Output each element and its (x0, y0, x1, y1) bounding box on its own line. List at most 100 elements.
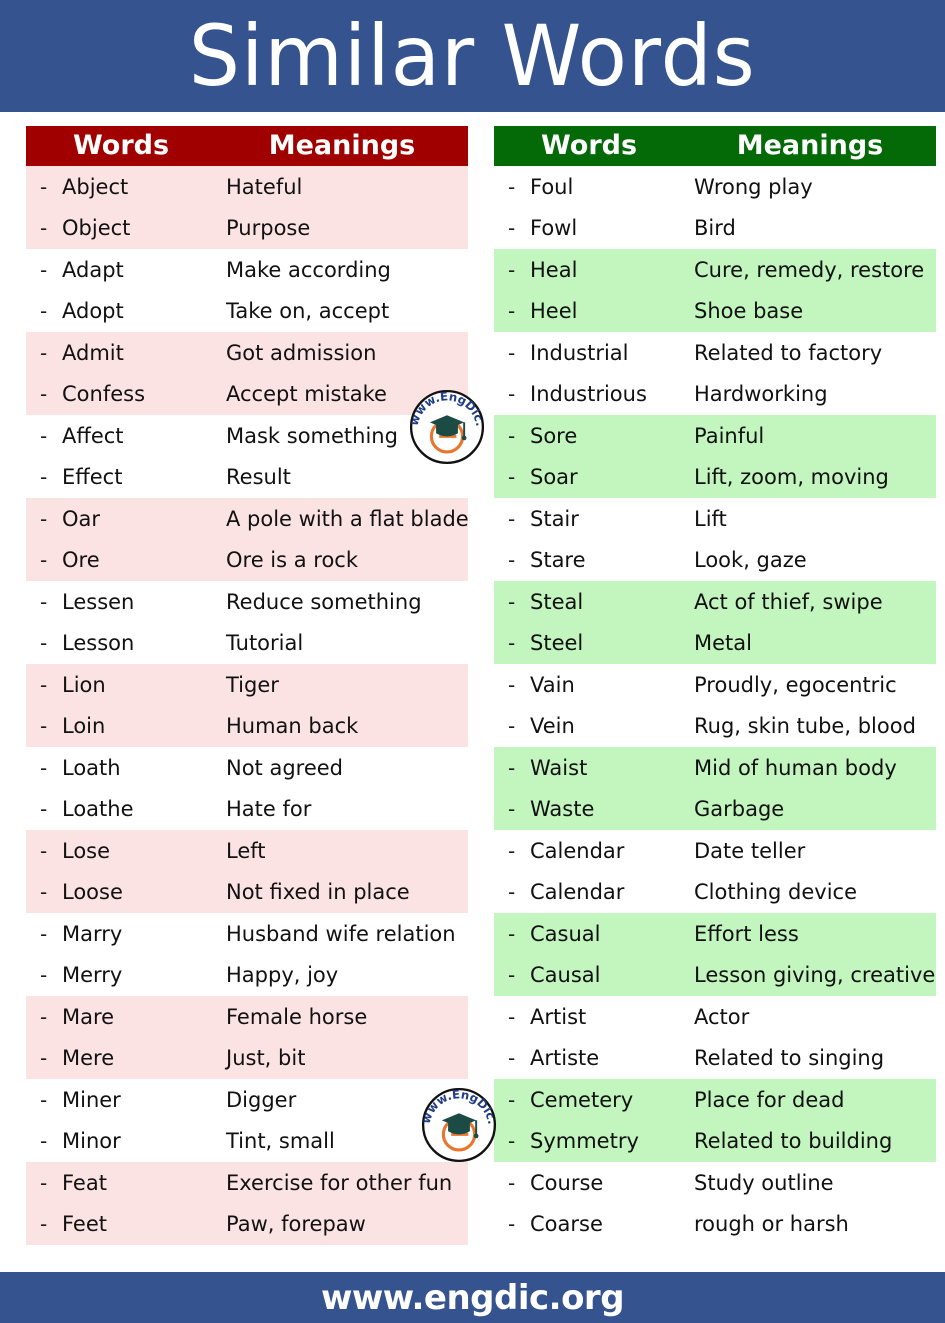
left-word-cell: - Feat (26, 1162, 216, 1204)
word-text: Miner (62, 1087, 121, 1112)
left-meaning-cell: Result (216, 457, 468, 499)
table-row: - Abject Hateful (26, 166, 468, 208)
right-meaning-cell: rough or harsh (684, 1204, 936, 1246)
table-row: - Affect Mask something (26, 415, 468, 457)
bullet-dash-icon: - (508, 1004, 516, 1029)
table-row: - Soar Lift, zoom, moving (494, 456, 936, 498)
bullet-dash-icon: - (508, 838, 516, 863)
right-meaning-cell: Hardworking (684, 374, 936, 416)
table-row: - Causal Lesson giving, creative (494, 954, 936, 996)
right-header-words: Words (540, 130, 638, 161)
table-row: - Mere Just, bit (26, 1037, 468, 1079)
table-row: - Lose Left (26, 830, 468, 872)
tables-container: Words Meanings - Abject Hateful - Object Purp… (0, 126, 945, 1256)
right-word-cell: - Waist (494, 747, 684, 789)
title-banner: Similar Words (0, 0, 945, 112)
right-meaning-cell: Painful (684, 415, 936, 457)
table-row: - Stare Look, gaze (494, 540, 936, 582)
table-row: - Course Study outline (494, 1162, 936, 1204)
right-meaning-cell: Lift (684, 498, 936, 540)
table-row: - Lessen Reduce something (26, 581, 468, 623)
left-table-body: - Abject Hateful - Object Purpose - Adapt Make a… (26, 166, 469, 1245)
right-word-cell: - Waste (494, 788, 684, 830)
meaning-text: Wrong play (694, 174, 813, 199)
word-text: Stare (530, 548, 586, 573)
meaning-text: Reduce something (226, 589, 422, 614)
left-word-cell: - Ore (26, 539, 216, 581)
right-meaning-cell: Date teller (684, 830, 936, 872)
poster-page: Similar Words Words Meanings - Abject Hate… (0, 0, 945, 1323)
word-text: Calendar (530, 880, 625, 905)
meaning-text: Rug, skin tube, blood (694, 714, 916, 739)
meaning-text: Place for dead (694, 1087, 845, 1112)
left-meaning-cell: Hateful (216, 166, 468, 208)
word-text: Affect (62, 423, 124, 448)
word-text: Feet (62, 1212, 108, 1237)
bullet-dash-icon: - (508, 714, 516, 739)
meaning-text: Clothing device (694, 880, 858, 905)
bullet-dash-icon: - (508, 631, 516, 656)
left-meaning-cell: Digger (216, 1079, 468, 1121)
word-text: Lose (62, 838, 111, 863)
right-word-cell: - Cemetery (494, 1079, 684, 1121)
right-header-meanings: Meanings (736, 130, 884, 161)
word-text: Abject (62, 174, 129, 199)
left-word-cell: - Effect (26, 457, 216, 499)
right-word-cell: - Causal (494, 954, 684, 996)
right-meaning-cell: Bird (684, 208, 936, 250)
table-row: - Lion Tiger (26, 664, 468, 706)
table-row: - Calendar Clothing device (494, 872, 936, 914)
bullet-dash-icon: - (508, 340, 516, 365)
word-text: Foul (530, 174, 574, 199)
left-word-cell: - Lion (26, 664, 216, 706)
meaning-text: Exercise for other fun (226, 1170, 453, 1195)
right-meaning-cell: Effort less (684, 913, 936, 955)
right-word-cell: - Sore (494, 415, 684, 457)
left-word-cell: - Loath (26, 747, 216, 789)
left-meaning-cell: A pole with a flat blade (216, 498, 469, 540)
meaning-text: Related to building (694, 1129, 893, 1154)
word-text: Admit (62, 340, 124, 365)
word-text: Causal (530, 963, 601, 988)
left-meaning-cell: Paw, forepaw (216, 1203, 468, 1245)
table-row: - Loathe Hate for (26, 789, 468, 831)
word-text: Casual (530, 921, 601, 946)
word-text: Waste (530, 797, 595, 822)
table-row: - Sore Painful (494, 415, 936, 457)
table-row: - Loose Not fixed in place (26, 871, 468, 913)
table-row: - Oar A pole with a flat blade (26, 498, 469, 540)
left-table-header-row: Words Meanings (26, 126, 468, 166)
right-word-cell: - Calendar (494, 872, 684, 914)
left-header-meanings: Meanings (268, 130, 416, 161)
bullet-dash-icon: - (40, 340, 48, 365)
meaning-text: Related to factory (694, 340, 883, 365)
table-row: - Fowl Bird (494, 208, 936, 250)
left-meaning-cell: Make according (216, 249, 468, 291)
left-meaning-cell: Reduce something (216, 581, 468, 623)
meaning-text: rough or harsh (694, 1212, 849, 1237)
word-text: Marry (62, 921, 123, 946)
meaning-text: Just, bit (226, 1046, 306, 1071)
bullet-dash-icon: - (40, 216, 48, 241)
meaning-text: Got admission (226, 340, 377, 365)
word-text: Steal (530, 589, 584, 614)
left-word-cell: - Abject (26, 166, 216, 208)
bullet-dash-icon: - (40, 589, 48, 614)
word-text: Stair (530, 506, 579, 531)
table-row: - Loath Not agreed (26, 747, 468, 789)
word-text: Soar (530, 465, 578, 490)
bullet-dash-icon: - (40, 1046, 48, 1071)
word-text: Oar (62, 506, 101, 531)
meaning-text: Accept mistake (226, 382, 387, 407)
table-row: - Confess Accept mistake (26, 373, 468, 415)
left-word-cell: - Adapt (26, 249, 216, 291)
left-word-cell: - Feet (26, 1203, 216, 1245)
right-word-cell: - Steal (494, 581, 684, 623)
meaning-text: Make according (226, 257, 391, 282)
meaning-text: Mid of human body (694, 755, 897, 780)
bullet-dash-icon: - (508, 1129, 516, 1154)
meaning-text: Related to singing (694, 1046, 885, 1071)
word-text: Mere (62, 1046, 115, 1071)
table-row: - Heel Shoe base (494, 290, 936, 332)
right-meaning-cell: Wrong play (684, 166, 936, 208)
